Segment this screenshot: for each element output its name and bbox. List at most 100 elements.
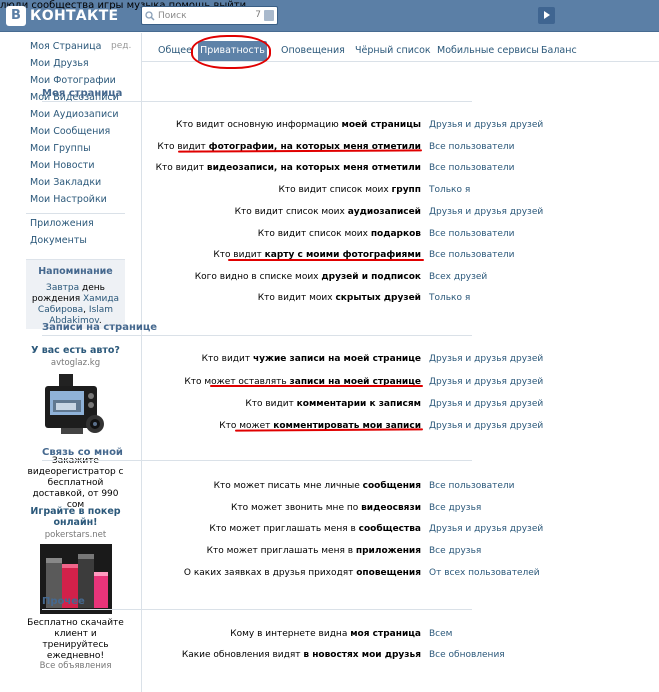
setting-label-emphasis: групп <box>391 185 421 195</box>
setting-label-emphasis: чужие записи на моей странице <box>252 354 421 364</box>
sidebar-item-messages[interactable]: Мои Сообщения <box>30 126 110 137</box>
sidebar-item-photos[interactable]: Мои Фотографии <box>30 75 116 86</box>
sidebar-item-documents[interactable]: Документы <box>30 235 87 246</box>
search-icon <box>142 7 158 24</box>
tab-mobile[interactable]: Мобильные сервисы <box>437 45 539 56</box>
setting-value-dropdown[interactable]: Только я <box>429 293 470 303</box>
search-box[interactable]: 7 <box>141 6 278 25</box>
setting-label-emphasis: оповещения <box>356 568 421 578</box>
setting-label-emphasis: в новостях мои друзья <box>303 650 421 660</box>
setting-label-emphasis: скрытых друзей <box>335 293 421 303</box>
setting-label: Кто видит чужие записи на моей странице <box>202 354 421 364</box>
setting-label-text: О каких заявках в друзья приходят <box>183 568 357 578</box>
setting-value-dropdown[interactable]: Все пользователи <box>429 481 514 491</box>
setting-value-dropdown[interactable]: Друзья и друзья друзей <box>429 120 543 130</box>
annotation-underline <box>210 385 423 387</box>
sidebar-item-friends[interactable]: Мои Друзья <box>30 58 89 69</box>
setting-value-dropdown[interactable]: Все пользователи <box>429 163 514 173</box>
all-ads-link[interactable]: Все объявления <box>26 661 125 671</box>
reminder-title: Напоминание <box>38 266 113 277</box>
setting-label: Кто видит комментарии к записям <box>245 399 421 409</box>
sidebar-item-bookmarks[interactable]: Мои Закладки <box>30 177 101 188</box>
dashcam-image[interactable] <box>30 372 121 452</box>
sidebar-item-news[interactable]: Мои Новости <box>30 160 95 171</box>
tab-balance[interactable]: Баланс <box>541 45 577 56</box>
setting-value-dropdown[interactable]: Все друзья <box>429 503 481 513</box>
setting-label-emphasis: сообщения <box>362 481 421 491</box>
setting-label-text: Кто видит моих <box>257 293 336 303</box>
sidebar-item-apps[interactable]: Приложения <box>30 218 94 229</box>
tab-general[interactable]: Общее <box>158 45 192 56</box>
setting-label-text: Кто видит список моих <box>278 185 392 195</box>
ad-title[interactable]: У вас есть авто? <box>26 345 125 356</box>
play-icon[interactable] <box>538 7 555 24</box>
setting-value-dropdown[interactable]: Все пользователи <box>429 250 514 260</box>
setting-value-dropdown[interactable]: Всем <box>429 629 452 639</box>
tab-notifications[interactable]: Оповещения <box>281 45 345 56</box>
setting-label-text: Кто видит <box>155 163 207 173</box>
setting-label-emphasis: приложения <box>355 546 421 556</box>
tab-blacklist[interactable]: Чёрный список <box>355 45 431 56</box>
setting-value-dropdown[interactable]: От всех пользователей <box>429 568 540 578</box>
setting-label-text: Какие обновления видят <box>181 650 304 660</box>
reminder-separator: , <box>83 305 87 315</box>
ad-block-poker[interactable]: Играйте в покер онлайн! pokerstars.net Б… <box>26 506 125 662</box>
setting-value-dropdown[interactable]: Друзья и друзья друзей <box>429 354 543 364</box>
setting-label: Кто видит основную информацию моей стран… <box>176 120 421 130</box>
birthday-reminder: Напоминание Завтра день рождения Хамида … <box>26 259 125 329</box>
setting-label-text: Кто видит основную информацию <box>176 120 342 130</box>
setting-label-text: Кто может приглашать меня в <box>209 524 359 534</box>
setting-value-dropdown[interactable]: Друзья и друзья друзей <box>429 377 543 387</box>
setting-label-text: Кого видно в списке моих <box>194 272 322 282</box>
setting-label-text: Кто видит <box>245 399 297 409</box>
ad-domain: avtoglaz.kg <box>50 358 101 368</box>
annotation-circle <box>191 35 271 69</box>
setting-value-dropdown[interactable]: Все пользователи <box>429 229 514 239</box>
setting-label-text: Кто может писать мне личные <box>213 481 363 491</box>
search-options-icon[interactable] <box>264 10 274 21</box>
setting-label-emphasis: сообщества <box>358 524 421 534</box>
setting-label: Кто видит моих скрытых друзей <box>258 293 421 303</box>
vk-logo[interactable]: В КОНТАКТЕ <box>6 5 118 27</box>
setting-value-dropdown[interactable]: Всех друзей <box>429 272 487 282</box>
sidebar-divider <box>26 213 125 214</box>
top-bar: В КОНТАКТЕ 7 люди сообщества игры музыка… <box>0 0 659 32</box>
section-contact: Связь со мной <box>42 447 472 461</box>
setting-value-dropdown[interactable]: Все обновления <box>429 650 505 660</box>
ad-title[interactable]: Играйте в покер онлайн! <box>26 506 125 528</box>
ad-text[interactable]: Бесплатно скачайте клиент и тренируйтесь… <box>26 618 125 662</box>
setting-label-emphasis: комментарии к записям <box>296 399 421 409</box>
setting-label-text: Кто видит <box>201 354 253 364</box>
sidebar-item-audio[interactable]: Мои Аудиозаписи <box>30 109 119 120</box>
setting-value-dropdown[interactable]: Друзья и друзья друзей <box>429 421 543 431</box>
ad-block-car[interactable]: У вас есть авто? avtoglaz.kg Закажите ви… <box>26 345 125 511</box>
setting-label-text: Кто может приглашать меня в <box>206 546 356 556</box>
setting-value-dropdown[interactable]: Все друзья <box>429 546 481 556</box>
ad-text[interactable]: Закажите видеорегистратор с бесплатной д… <box>26 456 125 511</box>
sidebar-item-my-page[interactable]: Моя Страница <box>30 41 101 52</box>
logo-text: КОНТАКТЕ <box>30 8 119 24</box>
setting-label-text: Кто видит список моих <box>234 207 348 217</box>
search-input[interactable] <box>158 10 258 21</box>
logo-letter: В <box>6 6 26 26</box>
search-count: 7 <box>255 10 261 20</box>
section-other: Прочее <box>42 596 472 610</box>
setting-label-emphasis: видеосвязи <box>361 503 421 513</box>
section-title: Моя страница <box>42 88 123 99</box>
setting-value-dropdown[interactable]: Друзья и друзья друзей <box>429 399 543 409</box>
settings-tabs: Общее Приватность Оповещения Чёрный спис… <box>142 33 659 69</box>
setting-label: Кому в интернете видна моя страница <box>230 629 421 639</box>
setting-label-emphasis: друзей и подписок <box>321 272 421 282</box>
setting-label-emphasis: моя страница <box>350 629 421 639</box>
setting-label: Кто видит видеозаписи, на которых меня о… <box>156 163 421 173</box>
reminder-tomorrow-link[interactable]: Завтра <box>46 283 79 293</box>
sidebar-item-groups[interactable]: Мои Группы <box>30 143 91 154</box>
edit-link[interactable]: ред. <box>111 41 131 51</box>
sidebar-item-settings[interactable]: Мои Настройки <box>30 194 107 205</box>
setting-value-dropdown[interactable]: Друзья и друзья друзей <box>429 207 543 217</box>
setting-value-dropdown[interactable]: Только я <box>429 185 470 195</box>
reminder-text: Завтра день рождения Хамида Сабирова, Is… <box>26 283 125 327</box>
setting-value-dropdown[interactable]: Друзья и друзья друзей <box>429 524 543 534</box>
setting-label-emphasis: моей страницы <box>341 120 421 130</box>
setting-value-dropdown[interactable]: Все пользователи <box>429 142 514 152</box>
